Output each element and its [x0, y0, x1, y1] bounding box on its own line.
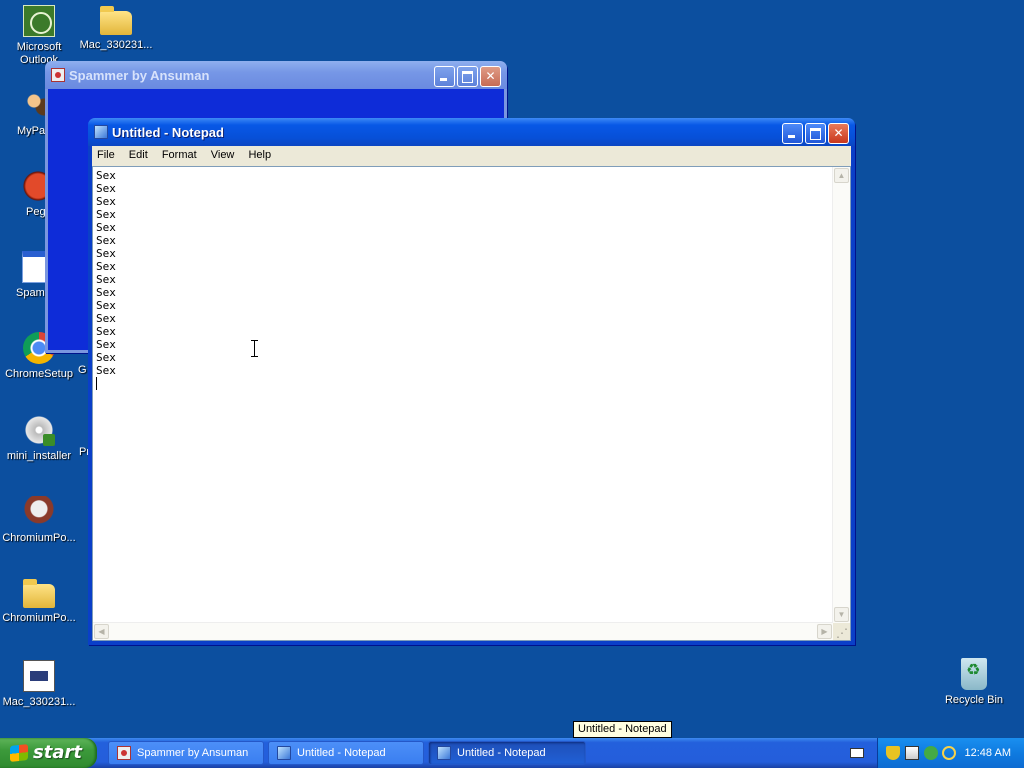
text-content[interactable]: Sex Sex Sex Sex Sex Sex Sex Sex Sex Sex …	[96, 169, 830, 622]
desktop-icon-label: ChromeSetup	[5, 368, 73, 380]
search-icon[interactable]	[942, 746, 956, 760]
taskbar: start Spammer by Ansuman Untitled - Note…	[0, 738, 1024, 768]
installer-disc-icon	[23, 414, 55, 446]
text-caret	[96, 377, 97, 390]
network-icon[interactable]	[905, 746, 919, 760]
outlook-icon	[23, 5, 55, 37]
desktop-icon-mac-folder[interactable]: Mac_330231...	[78, 5, 154, 52]
spammer-titlebar[interactable]: Spammer by Ansuman ✕	[45, 61, 507, 89]
desktop-icon-mini-installer[interactable]: mini_installer	[1, 414, 77, 463]
ibeam-cursor-icon	[251, 340, 258, 357]
chromium-app-icon	[23, 496, 55, 528]
task-label: Untitled - Notepad	[297, 747, 386, 759]
desktop-icon-label: Spam	[16, 287, 45, 299]
spammer-icon	[117, 746, 131, 760]
application-icon	[22, 251, 46, 283]
taskbar-task-notepad-2[interactable]: Untitled - Notepad	[428, 741, 586, 765]
taskbar-tooltip: Untitled - Notepad	[573, 721, 672, 738]
folder-icon	[100, 6, 132, 35]
clock[interactable]: 12:48 AM	[965, 747, 1011, 759]
desktop-icon-label: G	[78, 364, 87, 376]
scroll-down-button[interactable]: ▼	[834, 607, 849, 622]
keyboard-language-icon[interactable]	[850, 748, 864, 758]
scroll-right-button[interactable]: ▶	[817, 624, 832, 639]
desktop-icon-label: Recycle Bin	[944, 694, 1004, 706]
desktop-icon-label: ChromiumPo...	[2, 532, 76, 544]
scroll-up-button[interactable]: ▲	[834, 168, 849, 183]
desktop-icon-recycle-bin[interactable]: Recycle Bin	[936, 658, 1012, 707]
update-icon[interactable]	[924, 746, 938, 760]
minimize-button[interactable]	[434, 66, 455, 87]
desktop-icon-mypa[interactable]: MyPa	[0, 89, 46, 138]
red-ball-shortcut-icon	[22, 170, 46, 202]
maximize-button[interactable]	[805, 123, 826, 144]
vertical-scrollbar[interactable]: ▲ ▼	[832, 167, 850, 623]
resize-grip[interactable]	[833, 623, 850, 640]
menu-format[interactable]: Format	[157, 146, 203, 161]
menu-edit[interactable]: Edit	[124, 146, 154, 161]
window-title: Untitled - Notepad	[112, 125, 224, 140]
task-label: Untitled - Notepad	[457, 747, 546, 759]
document-icon	[23, 660, 55, 692]
taskbar-task-spammer[interactable]: Spammer by Ansuman	[108, 741, 264, 765]
horizontal-scrollbar[interactable]: ◀ ▶	[93, 622, 833, 640]
menu-bar: File Edit Format View Help	[92, 146, 851, 166]
desktop-icon-label: mini_installer	[6, 450, 72, 462]
notepad-icon	[277, 746, 291, 760]
desktop-icon-mac-document[interactable]: Mac_330231...	[1, 660, 77, 709]
desktop-icon-chromium-folder[interactable]: ChromiumPo...	[1, 578, 77, 625]
start-button[interactable]: start	[0, 738, 97, 768]
desktop-icon-label: ChromiumPo...	[2, 612, 76, 624]
notepad-icon	[437, 746, 451, 760]
system-tray: 12:48 AM	[877, 738, 1024, 768]
close-button[interactable]: ✕	[480, 66, 501, 87]
text-editor[interactable]: Sex Sex Sex Sex Sex Sex Sex Sex Sex Sex …	[92, 166, 851, 641]
notepad-window[interactable]: Untitled - Notepad ✕ File Edit Format Vi…	[88, 118, 855, 645]
minimize-button[interactable]	[782, 123, 803, 144]
menu-view[interactable]: View	[206, 146, 241, 161]
notepad-icon	[94, 125, 108, 139]
spammer-app-icon	[51, 68, 65, 82]
start-label: start	[33, 742, 82, 763]
maximize-button[interactable]	[457, 66, 478, 87]
windows-flag-icon	[10, 744, 28, 762]
document-text: Sex Sex Sex Sex Sex Sex Sex Sex Sex Sex …	[96, 169, 116, 377]
window-title: Spammer by Ansuman	[69, 68, 210, 83]
desktop-icon-chromium-app[interactable]: ChromiumPo...	[1, 496, 77, 545]
desktop: Microsoft Outlook Mac_330231... MyPa Peg…	[0, 0, 1024, 738]
desktop-icon-label: Peg	[26, 206, 46, 218]
menu-help[interactable]: Help	[243, 146, 277, 161]
desktop-icon-peg[interactable]: Peg	[0, 170, 46, 219]
taskbar-task-notepad-1[interactable]: Untitled - Notepad	[268, 741, 424, 765]
desktop-icon-spam[interactable]: Spam	[0, 251, 46, 300]
menu-file[interactable]: File	[92, 146, 121, 161]
desktop-icon-outlook[interactable]: Microsoft Outlook	[1, 5, 77, 67]
desktop-icon-label: MyPa	[17, 125, 46, 137]
task-label: Spammer by Ansuman	[137, 747, 249, 759]
close-button[interactable]: ✕	[828, 123, 849, 144]
folder-icon	[23, 579, 55, 608]
desktop-icon-partial-g[interactable]: G	[78, 364, 88, 377]
security-shield-icon[interactable]	[886, 746, 900, 760]
desktop-icon-label: Mac_330231...	[2, 696, 76, 708]
scroll-left-button[interactable]: ◀	[94, 624, 109, 639]
notepad-titlebar[interactable]: Untitled - Notepad ✕	[88, 118, 855, 146]
desktop-icon-label: Mac_330231...	[79, 39, 153, 51]
people-shortcut-icon	[22, 89, 46, 121]
recycle-bin-icon	[961, 658, 987, 690]
